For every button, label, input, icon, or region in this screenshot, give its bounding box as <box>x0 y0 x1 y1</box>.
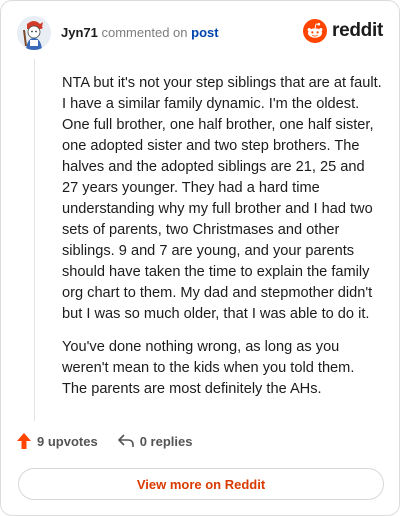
post-link[interactable]: post <box>191 25 218 40</box>
avatar-icon <box>17 16 51 50</box>
avatar[interactable] <box>17 16 51 50</box>
reply-count: 0 replies <box>139 433 193 449</box>
comment-paragraph-2: You've done nothing wrong, as long as yo… <box>62 339 355 397</box>
comment-embed-card: Jyn71 commented on post reddit NTA but i… <box>0 0 400 516</box>
comment-body: NTA but it's not your step siblings that… <box>62 73 382 412</box>
reddit-snoo-icon <box>303 19 328 43</box>
comment-actions: 9 upvotes 0 replies <box>17 433 212 449</box>
upvote-arrow-icon <box>17 433 31 449</box>
reddit-brand[interactable]: reddit <box>303 19 383 43</box>
commented-on-text: commented on <box>101 25 188 40</box>
comment-meta: Jyn71 commented on post <box>61 25 219 41</box>
reply-button[interactable]: 0 replies <box>117 433 193 449</box>
brand-name: reddit <box>332 20 383 41</box>
thread-line <box>34 59 35 421</box>
reply-arrow-icon <box>117 434 134 447</box>
username-link[interactable]: Jyn71 <box>61 25 98 40</box>
comment-header: Jyn71 commented on post reddit <box>17 15 383 51</box>
comment-paragraph-1: NTA but it's not your step siblings that… <box>62 75 382 322</box>
view-more-button[interactable]: View more on Reddit <box>18 468 384 500</box>
upvote-button[interactable]: 9 upvotes <box>17 433 98 449</box>
upvote-count: 9 upvotes <box>37 433 98 449</box>
